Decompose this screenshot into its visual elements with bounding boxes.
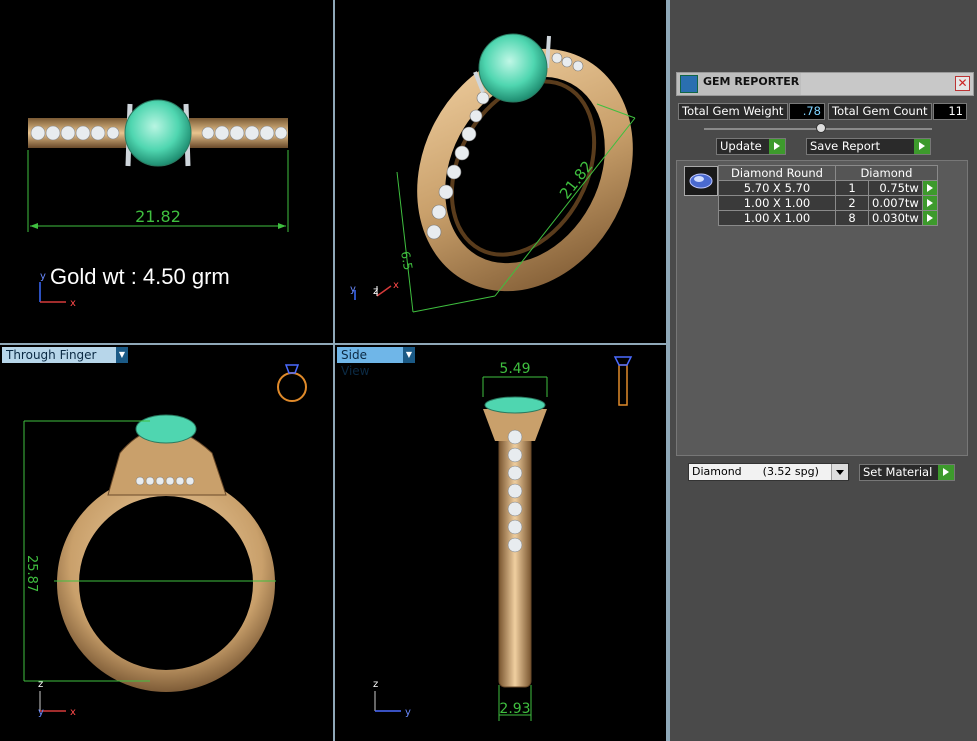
svg-text:x: x <box>393 280 399 291</box>
center-emerald <box>478 33 548 103</box>
report-slider-handle[interactable] <box>816 123 826 133</box>
table-header: Diamond Round <box>718 165 836 181</box>
table-row[interactable]: 1.00 X 1.00 8 0.030tw <box>718 210 938 226</box>
gem-reporter-icon <box>680 75 698 93</box>
viewport-divider-vertical[interactable] <box>333 0 335 741</box>
axis-gizmo: y z x <box>350 280 399 300</box>
save-report-button[interactable]: Save Report <box>806 138 931 155</box>
viewport-top[interactable]: 21.82 y x Gold wt : 4.50 grm <box>0 0 333 343</box>
svg-text:y: y <box>350 284 356 295</box>
ring-shank-side <box>498 424 532 688</box>
update-button[interactable]: Update <box>716 138 786 155</box>
side-view-render: 5.49 2.93 z y <box>373 356 633 721</box>
gold-weight-label: Gold wt : 4.50 grm <box>50 264 230 289</box>
svg-text:x: x <box>70 298 76 309</box>
total-weight-label: Total Gem Weight <box>678 103 788 120</box>
svg-text:6.5: 6.5 <box>398 250 415 271</box>
table-header: Diamond <box>835 165 938 181</box>
play-icon <box>769 139 785 154</box>
viewport-front[interactable]: 25.87 z y x Through Finger ▼ <box>0 345 333 741</box>
side-ring-icon <box>613 356 633 406</box>
tab-through-finger[interactable]: Through Finger ▼ <box>2 347 128 363</box>
chevron-down-icon[interactable]: ▼ <box>116 347 128 363</box>
viewport-perspective[interactable]: 6.5 21.82 y z x <box>335 0 666 343</box>
chevron-down-icon[interactable] <box>831 464 848 480</box>
viewport-side[interactable]: 5.49 2.93 z y Side View ▼ <box>335 345 666 741</box>
svg-text:z: z <box>38 679 43 690</box>
svg-text:z: z <box>373 286 378 297</box>
svg-text:z: z <box>373 679 378 690</box>
height-dimension-line <box>396 171 414 313</box>
gem-table: Diamond Round Diamond 5.70 X 5.70 1 0.75… <box>718 165 938 226</box>
set-material-button[interactable]: Set Material <box>859 464 955 481</box>
table-row[interactable]: 1.00 X 1.00 2 0.007tw <box>718 195 938 211</box>
material-select[interactable]: Diamond (3.52 spg) <box>688 463 849 481</box>
close-icon[interactable]: ✕ <box>955 76 970 91</box>
play-icon <box>914 139 930 154</box>
tab-side-view[interactable]: Side View ▼ <box>337 347 415 378</box>
svg-text:y: y <box>405 707 411 718</box>
total-count-label: Total Gem Count <box>828 103 932 120</box>
gem-reporter-title: GEM REPORTER <box>703 75 800 88</box>
front-view-render: 25.87 z y x <box>23 364 307 718</box>
center-emerald <box>135 414 197 444</box>
svg-text:y: y <box>40 271 46 282</box>
svg-text:5.49: 5.49 <box>499 361 530 377</box>
row-go-button[interactable] <box>921 195 938 211</box>
axis-gizmo: z y <box>373 679 411 718</box>
total-count-value: 11 <box>933 103 967 120</box>
top-dimension-label: 21.82 <box>135 207 181 226</box>
svg-text:25.87: 25.87 <box>24 555 39 592</box>
gem-reporter-panel: GEM REPORTER ✕ Total Gem Weight .78 Tota… <box>670 0 977 741</box>
svg-text:2.93: 2.93 <box>499 701 530 717</box>
svg-text:21.82: 21.82 <box>556 158 597 203</box>
axis-gizmo: z y x <box>38 679 76 718</box>
perspective-render: 6.5 21.82 y z x <box>350 33 636 313</box>
gem-reporter-titlebar[interactable]: GEM REPORTER ✕ <box>676 72 974 96</box>
svg-text:x: x <box>70 707 76 718</box>
table-row[interactable]: 5.70 X 5.70 1 0.75tw <box>718 180 938 196</box>
ring-shank <box>57 474 275 692</box>
row-go-button[interactable] <box>921 210 938 226</box>
chevron-down-icon[interactable]: ▼ <box>403 347 415 363</box>
svg-text:y: y <box>38 707 44 718</box>
row-go-button[interactable] <box>921 180 938 196</box>
total-weight-value: .78 <box>789 103 825 120</box>
viewport-divider-horizontal[interactable] <box>0 343 666 345</box>
play-icon <box>938 465 954 480</box>
ring-icon <box>277 364 307 402</box>
top-view-render: 21.82 y x <box>27 99 289 309</box>
gem-thumbnail[interactable] <box>684 166 718 196</box>
center-emerald <box>484 396 546 414</box>
center-emerald <box>124 99 192 167</box>
